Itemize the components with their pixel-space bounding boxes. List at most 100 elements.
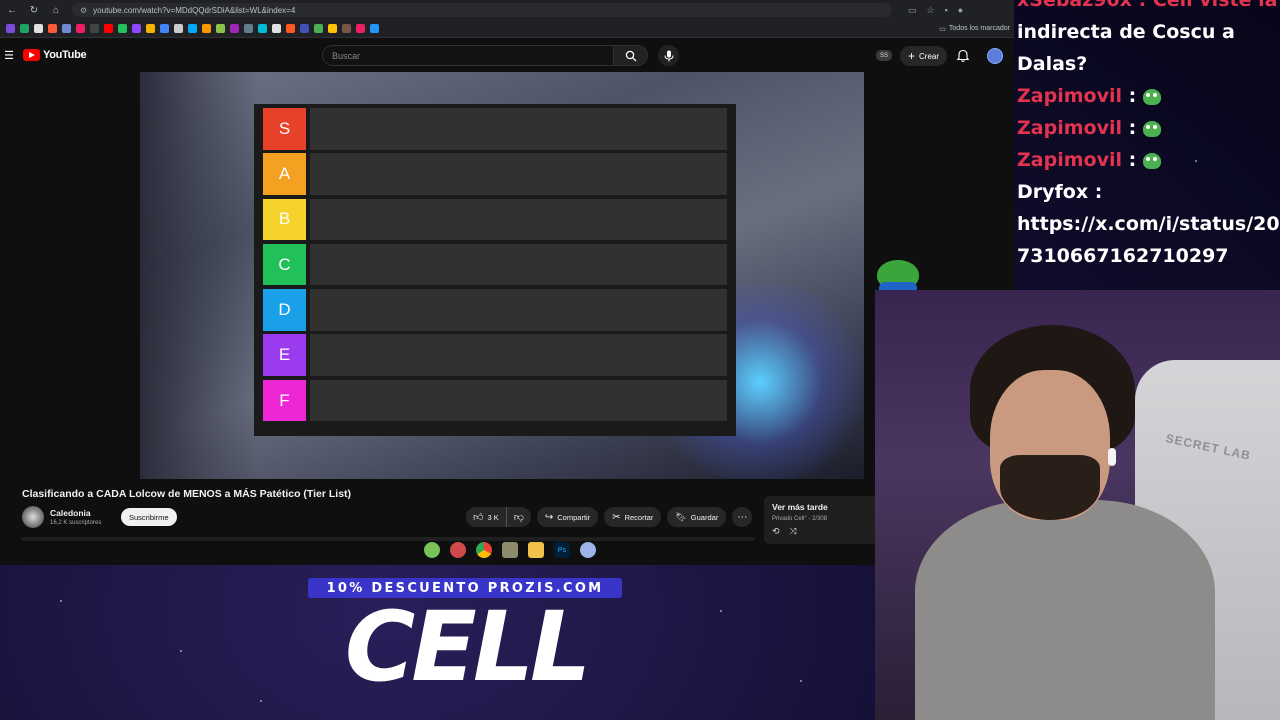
chat-message: Dryfox : xyxy=(1017,176,1280,208)
thumbs-down-icon: 👎︎ xyxy=(513,512,524,523)
tier-label: S xyxy=(263,108,306,150)
clip-button[interactable]: ✂ Recortar xyxy=(604,507,662,527)
bookmark-icon[interactable] xyxy=(286,24,295,33)
share-label: Compartir xyxy=(557,512,591,522)
obs-taskbar-icon[interactable] xyxy=(450,542,466,558)
app-taskbar-icon[interactable] xyxy=(580,542,596,558)
chat-username: Zapimovil xyxy=(1017,117,1122,139)
photoshop-taskbar-icon[interactable]: Ps xyxy=(554,542,570,558)
playlist-subtitle: Privado Cell° - 2/308 xyxy=(772,516,828,522)
channel-name[interactable]: Caledonia xyxy=(50,508,91,518)
subscribe-button[interactable]: Suscribirme xyxy=(121,508,177,526)
share-icon: ↪ xyxy=(544,511,554,523)
create-button[interactable]: + Crear xyxy=(900,46,948,66)
youtube-header: ☰ YouTube xyxy=(0,38,1014,72)
bookmark-icon[interactable] xyxy=(146,24,155,33)
shuffle-icon[interactable]: ⤨ xyxy=(790,526,797,537)
dislike-button[interactable]: 👎︎ xyxy=(507,507,531,527)
tier-list-board: S A B C D E F xyxy=(254,104,736,436)
bookmark-icon[interactable] xyxy=(118,24,127,33)
voice-search-button[interactable] xyxy=(658,45,679,66)
bookmark-icon[interactable] xyxy=(6,24,15,33)
extension-icon[interactable]: ▪ xyxy=(945,5,948,16)
video-shadow xyxy=(140,72,260,479)
clip-label: Recortar xyxy=(624,512,654,522)
description-box[interactable] xyxy=(22,537,754,541)
chrome-taskbar-icon[interactable] xyxy=(476,542,492,558)
bookmark-icon[interactable] xyxy=(258,24,267,33)
bookmark-icon[interactable] xyxy=(370,24,379,33)
url-text: youtube.com/watch?v=MDdQQdrSDiA&list=WL&… xyxy=(93,5,296,15)
bookmark-icon[interactable] xyxy=(160,24,169,33)
ss-badge[interactable]: SS xyxy=(876,50,892,61)
bookmark-icon[interactable] xyxy=(188,24,197,33)
channel-avatar[interactable] xyxy=(22,506,44,528)
bookmark-icon[interactable] xyxy=(272,24,281,33)
chat-link-text: 7310667162710297 xyxy=(1017,245,1229,267)
bookmark-icon[interactable] xyxy=(76,24,85,33)
bookmark-icon[interactable] xyxy=(174,24,183,33)
thumbs-up-icon: 👍︎ xyxy=(473,512,484,523)
bookmark-icon[interactable] xyxy=(104,24,113,33)
tier-label: B xyxy=(263,198,306,241)
bookmark-icon[interactable] xyxy=(48,24,57,33)
profile-icon[interactable]: ● xyxy=(958,5,963,16)
bookmark-icon[interactable] xyxy=(314,24,323,33)
menu-icon[interactable]: ☰ xyxy=(3,49,15,62)
chat-separator: : xyxy=(1121,117,1143,139)
playlist-title: Ver más tarde xyxy=(772,502,828,512)
loop-icon[interactable]: ⟲ xyxy=(772,526,780,537)
tier-row: E xyxy=(263,334,727,376)
bookmark-icon[interactable] xyxy=(216,24,225,33)
bookmark-icon[interactable] xyxy=(356,24,365,33)
bookmark-icon[interactable] xyxy=(90,24,99,33)
bookmark-star-icon[interactable]: ☆ xyxy=(927,5,935,16)
whatsapp-taskbar-icon[interactable] xyxy=(424,542,440,558)
search-button[interactable] xyxy=(614,45,648,66)
account-avatar[interactable] xyxy=(987,48,1003,64)
video-title: Clasificando a CADA Lolcow de MENOS a MÁ… xyxy=(22,488,352,500)
app-taskbar-icon[interactable] xyxy=(502,542,518,558)
bookmark-icon[interactable] xyxy=(230,24,239,33)
back-icon[interactable]: ← xyxy=(6,5,18,16)
bookmark-icon[interactable] xyxy=(34,24,43,33)
chat-username: Dryfox xyxy=(1017,181,1089,203)
streamer-body xyxy=(915,500,1215,720)
save-button[interactable]: 🔖︎ Guardar xyxy=(667,507,727,527)
reload-icon[interactable]: ↻ xyxy=(28,5,40,16)
notifications-bell-icon[interactable] xyxy=(956,49,970,63)
taskbar: Ps xyxy=(424,542,596,558)
bookmark-icon: 🔖︎ xyxy=(675,511,687,522)
tier-row: F xyxy=(263,379,727,422)
share-button[interactable]: ↪ Compartir xyxy=(536,507,599,527)
search-input[interactable] xyxy=(322,45,614,66)
folder-icon: ▭ xyxy=(939,25,946,33)
address-bar[interactable]: ⚙ youtube.com/watch?v=MDdQQdrSDiA&list=W… xyxy=(72,3,892,17)
cast-icon[interactable]: ▭ xyxy=(908,5,917,16)
bookmark-icon[interactable] xyxy=(342,24,351,33)
bookmark-icon[interactable] xyxy=(132,24,141,33)
more-options-button[interactable]: ⋯ xyxy=(732,507,753,527)
chat-message-partial: xSebaz90x : Cell viste la xyxy=(1017,0,1280,16)
search-box xyxy=(322,45,679,66)
all-bookmarks-folder[interactable]: ▭ Todos los marcador xyxy=(939,25,1010,33)
star xyxy=(180,650,182,652)
youtube-logo[interactable]: YouTube xyxy=(23,49,87,61)
like-button[interactable]: 👍︎ 3 K xyxy=(466,507,507,527)
bookmark-icon[interactable] xyxy=(62,24,71,33)
star xyxy=(720,610,722,612)
file-explorer-taskbar-icon[interactable] xyxy=(528,542,544,558)
playlist-panel[interactable]: Ver más tarde Privado Cell° - 2/308 ⟲ ⤨ xyxy=(764,496,884,544)
like-count: 3 K xyxy=(487,512,499,522)
browser-action-icons: ▭ ☆ ▪ ● xyxy=(908,5,963,16)
home-icon[interactable]: ⌂ xyxy=(50,5,62,16)
bookmark-icon[interactable] xyxy=(300,24,309,33)
video-player[interactable]: S A B C D E F xyxy=(140,72,864,479)
bookmark-icon[interactable] xyxy=(202,24,211,33)
streamer-beard xyxy=(1000,455,1100,520)
tier-slot xyxy=(310,108,727,150)
bookmark-icon[interactable] xyxy=(244,24,253,33)
bookmark-icon[interactable] xyxy=(20,24,29,33)
site-info-icon[interactable]: ⚙ xyxy=(80,6,87,15)
bookmark-icon[interactable] xyxy=(328,24,337,33)
